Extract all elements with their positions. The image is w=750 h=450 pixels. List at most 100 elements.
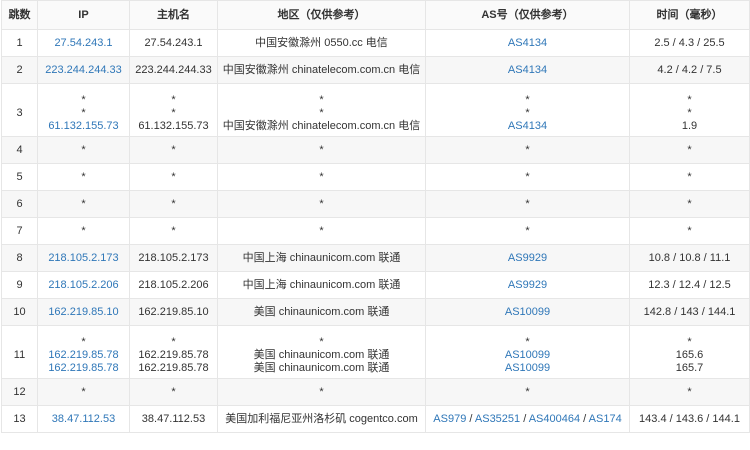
table-row: 11 * 162.219.85.78 162.219.85.78 * 162.219.85…: [1, 325, 750, 379]
cell-lines: 12.3 / 12.4 / 12.5: [631, 279, 749, 292]
cell-lines: *: [427, 224, 629, 238]
cell-line: 162.219.85.78: [39, 362, 129, 375]
as-link[interactable]: AS10099: [505, 349, 550, 361]
ip-cell: * 162.219.85.78 162.219.85.78: [37, 325, 130, 379]
hop-cell: 4: [1, 136, 38, 164]
as-separator: /: [520, 412, 529, 425]
cell-line: 中国安徽滁州 chinatelecom.com.cn 电信: [222, 120, 421, 132]
cell-lines: *: [131, 198, 217, 211]
as-link[interactable]: AS10099: [505, 306, 550, 318]
ip-link[interactable]: 162.219.85.78: [48, 362, 118, 374]
cell-lines: 中国安徽滁州 0550.cc 电信: [219, 37, 425, 50]
cell-line: *: [319, 197, 324, 210]
cell-line: 218.105.2.173: [39, 252, 129, 265]
ip-cell: *: [37, 136, 130, 164]
cell-line: AS4134: [427, 64, 629, 77]
as-link[interactable]: AS400464: [529, 413, 580, 425]
header-time: 时间（毫秒）: [629, 0, 750, 30]
as-link[interactable]: AS4134: [508, 64, 547, 76]
as-cell: AS10099: [425, 298, 630, 326]
region-cell: 中国上海 chinaunicom.com 联通: [217, 271, 426, 299]
cell-lines: *: [219, 144, 425, 157]
cell-lines: 218.105.2.206: [39, 279, 129, 292]
region-cell: * 美国 chinaunicom.com 联通 美国 chinaunicom.com…: [217, 325, 426, 379]
table-row: 7 * * * * *: [1, 217, 750, 245]
cell-line: *: [81, 224, 86, 237]
cell-lines: * 165.6 165.7: [631, 336, 749, 375]
cell-lines: * 162.219.85.78 162.219.85.78: [131, 336, 217, 375]
time-cell: *: [629, 217, 750, 245]
cell-line: 中国上海 chinaunicom.com 联通: [242, 278, 401, 291]
cell-lines: *: [39, 170, 129, 184]
header-row: 跳数 IP 主机名 地区（仅供参考） AS号（仅供参考） 时间（毫秒）: [1, 0, 750, 30]
region-cell: 中国安徽滁州 0550.cc 电信: [217, 29, 426, 57]
as-link[interactable]: AS9929: [508, 252, 547, 264]
cell-line: AS979 / AS35251 / AS400464 / AS174: [427, 412, 629, 426]
as-link[interactable]: AS979: [433, 413, 466, 425]
as-link[interactable]: AS4134: [508, 120, 547, 132]
table-row: 4 * * * * *: [1, 136, 750, 164]
cell-line: *: [687, 224, 692, 237]
cell-line: AS4134: [427, 37, 629, 50]
hop-cell: 3: [1, 83, 38, 137]
ip-cell: *: [37, 378, 130, 406]
cell-lines: *: [427, 171, 629, 184]
as-link[interactable]: AS10099: [505, 362, 550, 374]
ip-cell: 218.105.2.173: [37, 244, 130, 272]
as-link[interactable]: AS35251: [475, 413, 520, 425]
ip-link[interactable]: 38.47.112.53: [52, 413, 115, 425]
ip-link[interactable]: 162.219.85.10: [48, 306, 118, 318]
cell-line: AS10099: [427, 349, 629, 362]
cell-lines: *: [219, 225, 425, 238]
cell-line: *: [319, 107, 324, 119]
ip-link[interactable]: 61.132.155.73: [48, 120, 118, 132]
ip-link[interactable]: 218.105.2.173: [48, 252, 118, 264]
region-cell: 中国安徽滁州 chinatelecom.com.cn 电信: [217, 56, 426, 84]
as-cell: AS4134: [425, 29, 630, 57]
cell-line: 1.9: [681, 120, 698, 132]
ip-link[interactable]: 218.105.2.206: [48, 279, 118, 291]
cell-lines: 10.8 / 10.8 / 11.1: [631, 252, 749, 265]
as-cell: AS9929: [425, 271, 630, 299]
ip-link[interactable]: 27.54.243.1: [54, 37, 112, 49]
cell-lines: *: [427, 386, 629, 399]
cell-line: *: [81, 385, 86, 398]
hostname-cell: * 162.219.85.78 162.219.85.78: [129, 325, 218, 379]
cell-lines: *: [219, 197, 425, 211]
cell-line: *: [525, 107, 530, 119]
hostname-cell: *: [129, 136, 218, 164]
cell-line: 162.219.85.78: [138, 349, 209, 361]
cell-lines: * * AS4134: [427, 94, 629, 133]
hop-cell: 2: [1, 56, 38, 84]
ip-link[interactable]: 223.244.244.33: [45, 64, 121, 76]
as-link[interactable]: AS4134: [508, 37, 547, 49]
ip-link[interactable]: 162.219.85.78: [48, 349, 118, 361]
region-cell: 美国加利福尼亚州洛杉矶 cogentco.com: [217, 405, 426, 433]
hop-cell: 11: [1, 325, 38, 379]
cell-lines: 4.2 / 4.2 / 7.5: [631, 64, 749, 77]
cell-line: *: [171, 385, 176, 398]
as-link[interactable]: AS9929: [508, 279, 547, 291]
as-cell: AS979 / AS35251 / AS400464 / AS174: [425, 405, 630, 433]
as-link[interactable]: AS174: [589, 413, 622, 425]
cell-line: 162.219.85.78: [138, 362, 209, 374]
cell-line: *: [525, 224, 530, 237]
ip-cell: 38.47.112.53: [37, 405, 130, 433]
cell-lines: *: [39, 198, 129, 211]
cell-line: *: [525, 143, 530, 156]
cell-line: *: [171, 143, 176, 156]
cell-line: 27.54.243.1: [39, 37, 129, 50]
table-row: 13 38.47.112.53 38.47.112.53 美国加利福尼亚州洛杉矶 co…: [1, 405, 750, 433]
cell-lines: * AS10099 AS10099: [427, 336, 629, 375]
ip-cell: 27.54.243.1: [37, 29, 130, 57]
header-ip: IP: [37, 0, 130, 30]
time-cell: *: [629, 378, 750, 406]
cell-lines: AS4134: [427, 37, 629, 50]
as-cell: *: [425, 378, 630, 406]
cell-lines: 218.105.2.173: [131, 252, 217, 265]
cell-line: *: [81, 170, 86, 183]
cell-line: 中国安徽滁州 chinatelecom.com.cn 电信: [222, 63, 421, 76]
cell-line: *: [525, 94, 530, 106]
cell-line: 142.8 / 143 / 144.1: [643, 305, 736, 318]
cell-line: AS10099: [427, 362, 629, 375]
